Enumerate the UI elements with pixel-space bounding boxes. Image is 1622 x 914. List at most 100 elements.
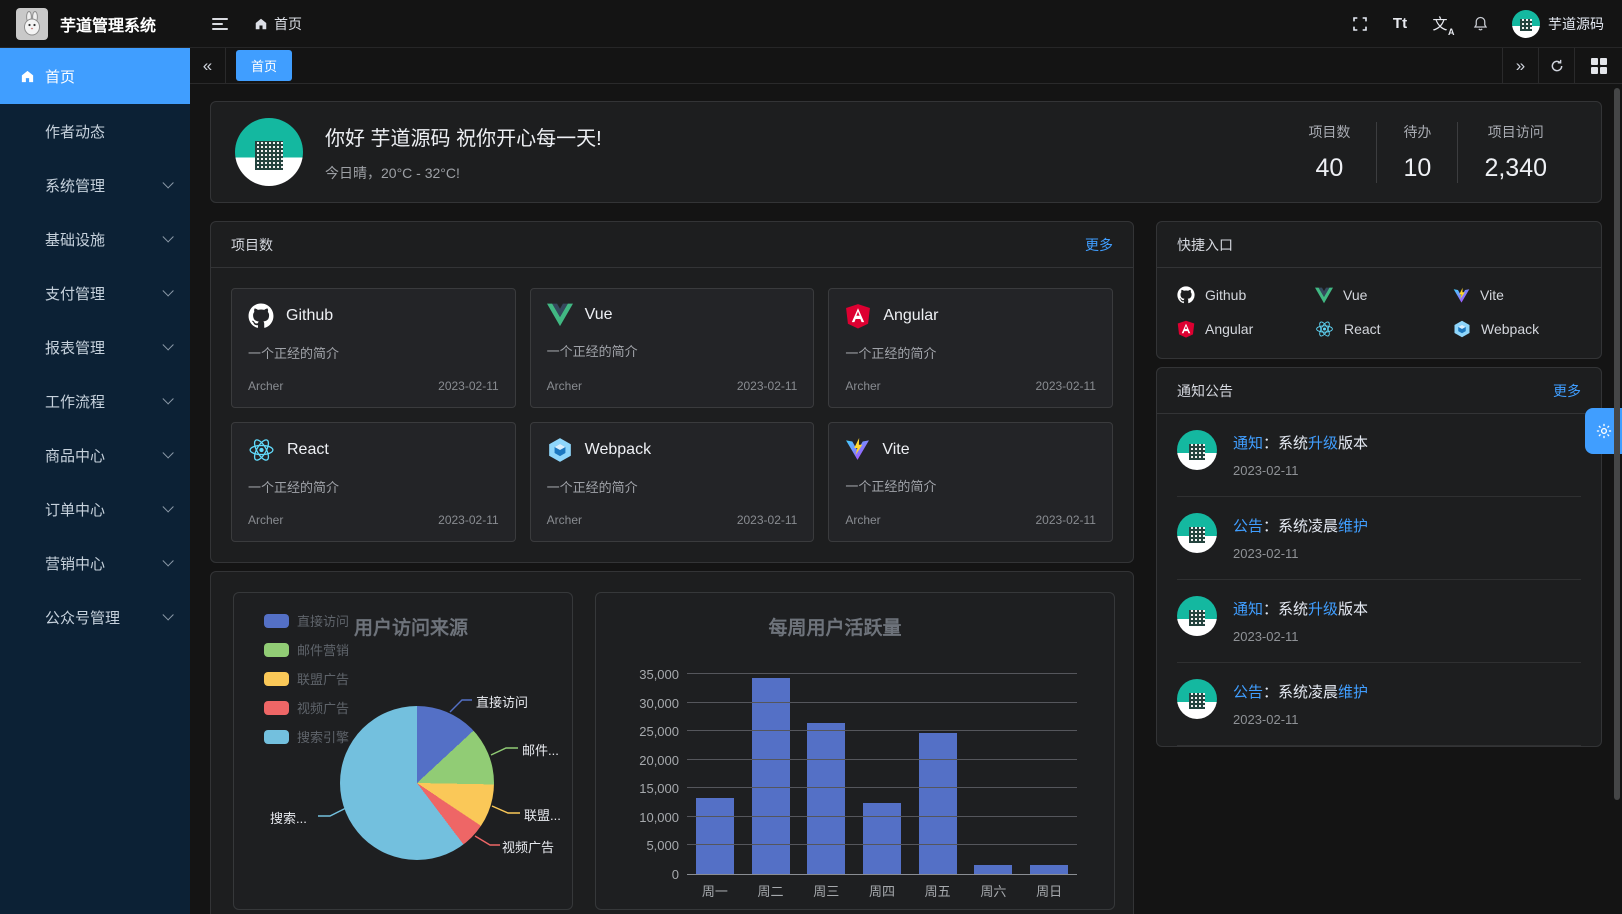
project-author: Archer — [845, 513, 880, 527]
x-tick-label: 周四 — [869, 881, 895, 900]
locale-button[interactable]: 文A — [1424, 8, 1456, 40]
locale-icon: 文A — [1432, 13, 1447, 34]
notice-date: 2023-02-11 — [1233, 546, 1368, 561]
github-icon — [1177, 286, 1195, 304]
main-content: 你好 芋道源码 祝你开心每一天! 今日晴，20°C - 32°C! 项目数 40… — [190, 85, 1622, 914]
gridline — [687, 844, 1077, 845]
notices-card: 通知公告 更多 通知：系统升级版本 2023-02-11 — [1156, 367, 1602, 747]
pie-callout-label: 搜索... — [270, 808, 307, 827]
project-tile-vite[interactable]: Vite 一个正经的简介 Archer 2023-02-11 — [828, 422, 1113, 542]
webpack-icon — [547, 437, 573, 463]
projects-more-link[interactable]: 更多 — [1085, 235, 1113, 255]
breadcrumb-home: 首页 — [274, 14, 302, 34]
pie-callout-label: 视频广告 — [502, 837, 554, 856]
sidebar-item-marketing[interactable]: 营销中心 — [0, 536, 190, 590]
refresh-icon — [1549, 58, 1565, 74]
shortcut-react[interactable]: React — [1315, 320, 1443, 338]
tabs-menu-button[interactable] — [1574, 48, 1622, 83]
app-title: 芋道管理系统 — [60, 12, 156, 36]
project-date: 2023-02-11 — [1035, 379, 1096, 393]
home-icon — [20, 69, 35, 84]
shortcut-grid: Github Vue Vite Angular — [1157, 268, 1601, 358]
vite-icon — [845, 437, 870, 462]
sidebar-item-order[interactable]: 订单中心 — [0, 482, 190, 536]
pie-chart-panel: 用户访问来源 直接访问 邮件营销 联盟广告 视频广告 搜索引擎 — [233, 592, 573, 910]
tabs-scroll-left-button[interactable]: « — [190, 48, 226, 83]
bar-x-axis: 周一周二周三周四周五周六周日 — [687, 881, 1077, 900]
breadcrumb[interactable]: 首页 — [254, 14, 302, 34]
notice-item[interactable]: 公告：系统凌晨维护 2023-02-11 — [1177, 497, 1581, 580]
notice-date: 2023-02-11 — [1233, 629, 1368, 644]
sidebar-item-report[interactable]: 报表管理 — [0, 320, 190, 374]
gridline — [687, 673, 1077, 674]
sidebar-item-author-news[interactable]: 作者动态 — [0, 104, 190, 158]
x-tick-label: 周二 — [758, 881, 784, 900]
username: 芋道源码 — [1548, 14, 1604, 34]
chevron-down-icon — [162, 177, 173, 188]
weather: 今日晴，20°C - 32°C! — [325, 163, 602, 183]
github-icon — [248, 303, 274, 329]
vue-icon — [1315, 287, 1333, 304]
notice-item[interactable]: 公告：系统凌晨维护 2023-02-11 — [1177, 663, 1581, 746]
notice-avatar — [1177, 513, 1217, 553]
stat-projects: 项目数 40 — [1282, 122, 1376, 183]
tab-home[interactable]: 首页 — [236, 50, 292, 81]
bar — [807, 723, 845, 874]
shortcut-github[interactable]: Github — [1177, 286, 1305, 304]
bar-y-axis: 05,00010,00015,00020,00025,00030,00035,0… — [596, 675, 679, 875]
project-tile-angular[interactable]: Angular 一个正经的简介 Archer 2023-02-11 — [828, 288, 1113, 408]
shortcut-webpack[interactable]: Webpack — [1453, 320, 1581, 338]
project-tile-vue[interactable]: Vue 一个正经的简介 Archer 2023-02-11 — [530, 288, 815, 408]
tabs-scroll-right-button[interactable]: » — [1502, 48, 1538, 83]
bell-icon — [1472, 15, 1489, 32]
shortcut-vite[interactable]: Vite — [1453, 286, 1581, 304]
sidebar-item-pay[interactable]: 支付管理 — [0, 266, 190, 320]
user-menu[interactable]: 芋道源码 — [1512, 10, 1604, 38]
project-author: Archer — [547, 379, 582, 393]
scrollbar-thumb[interactable] — [1614, 88, 1620, 800]
shortcut-vue[interactable]: Vue — [1315, 286, 1443, 304]
sidebar-item-wechat-mp[interactable]: 公众号管理 — [0, 590, 190, 644]
y-tick-label: 0 — [596, 867, 679, 882]
shortcut-angular[interactable]: Angular — [1177, 320, 1305, 338]
app-header: 芋道管理系统 首页 Tt 文A — [0, 0, 1622, 48]
user-avatar — [1512, 10, 1540, 38]
sidebar-item-workflow[interactable]: 工作流程 — [0, 374, 190, 428]
react-icon — [1315, 320, 1334, 338]
vue-icon — [547, 303, 573, 327]
gridline — [687, 787, 1077, 788]
sidebar-fold-button[interactable] — [204, 8, 236, 40]
notice-item[interactable]: 通知：系统升级版本 2023-02-11 — [1177, 580, 1581, 663]
project-tile-github[interactable]: Github 一个正经的简介 Archer 2023-02-11 — [231, 288, 516, 408]
welcome-left: 你好 芋道源码 祝你开心每一天! 今日晴，20°C - 32°C! — [235, 118, 1282, 186]
notice-date: 2023-02-11 — [1233, 463, 1368, 478]
notices-card-title: 通知公告 — [1177, 381, 1233, 401]
double-chevron-left-icon: « — [203, 56, 212, 76]
notice-avatar — [1177, 596, 1217, 636]
project-tile-react[interactable]: React 一个正经的简介 Archer 2023-02-11 — [231, 422, 516, 542]
notice-item[interactable]: 通知：系统升级版本 2023-02-11 — [1177, 414, 1581, 497]
notices-card-header: 通知公告 更多 — [1157, 368, 1601, 414]
chevron-down-icon — [162, 285, 173, 296]
pie-callout-label: 联盟... — [524, 805, 561, 824]
sidebar-item-home[interactable]: 首页 — [0, 48, 190, 104]
welcome-stats: 项目数 40 待办 10 项目访问 2,340 — [1282, 122, 1573, 183]
project-date: 2023-02-11 — [438, 379, 499, 393]
fullscreen-button[interactable] — [1344, 8, 1376, 40]
sidebar-item-product[interactable]: 商品中心 — [0, 428, 190, 482]
bar-chart-panel: 每周用户活跃量 05,00010,00015,00020,00025,00030… — [595, 592, 1115, 910]
sidebar-item-infra[interactable]: 基础设施 — [0, 212, 190, 266]
sidebar-item-system[interactable]: 系统管理 — [0, 158, 190, 212]
notification-bell-button[interactable] — [1464, 8, 1496, 40]
notice-avatar — [1177, 679, 1217, 719]
font-size-button[interactable]: Tt — [1384, 8, 1416, 40]
project-author: Archer — [547, 513, 582, 527]
notices-more-link[interactable]: 更多 — [1553, 381, 1581, 401]
projects-card-title: 项目数 — [231, 235, 273, 255]
refresh-button[interactable] — [1538, 48, 1574, 83]
project-tile-webpack[interactable]: Webpack 一个正经的简介 Archer 2023-02-11 — [530, 422, 815, 542]
project-date: 2023-02-11 — [1035, 513, 1096, 527]
x-tick-label: 周一 — [702, 881, 728, 900]
grid-icon — [1591, 58, 1607, 74]
projects-card-header: 项目数 更多 — [211, 222, 1133, 268]
